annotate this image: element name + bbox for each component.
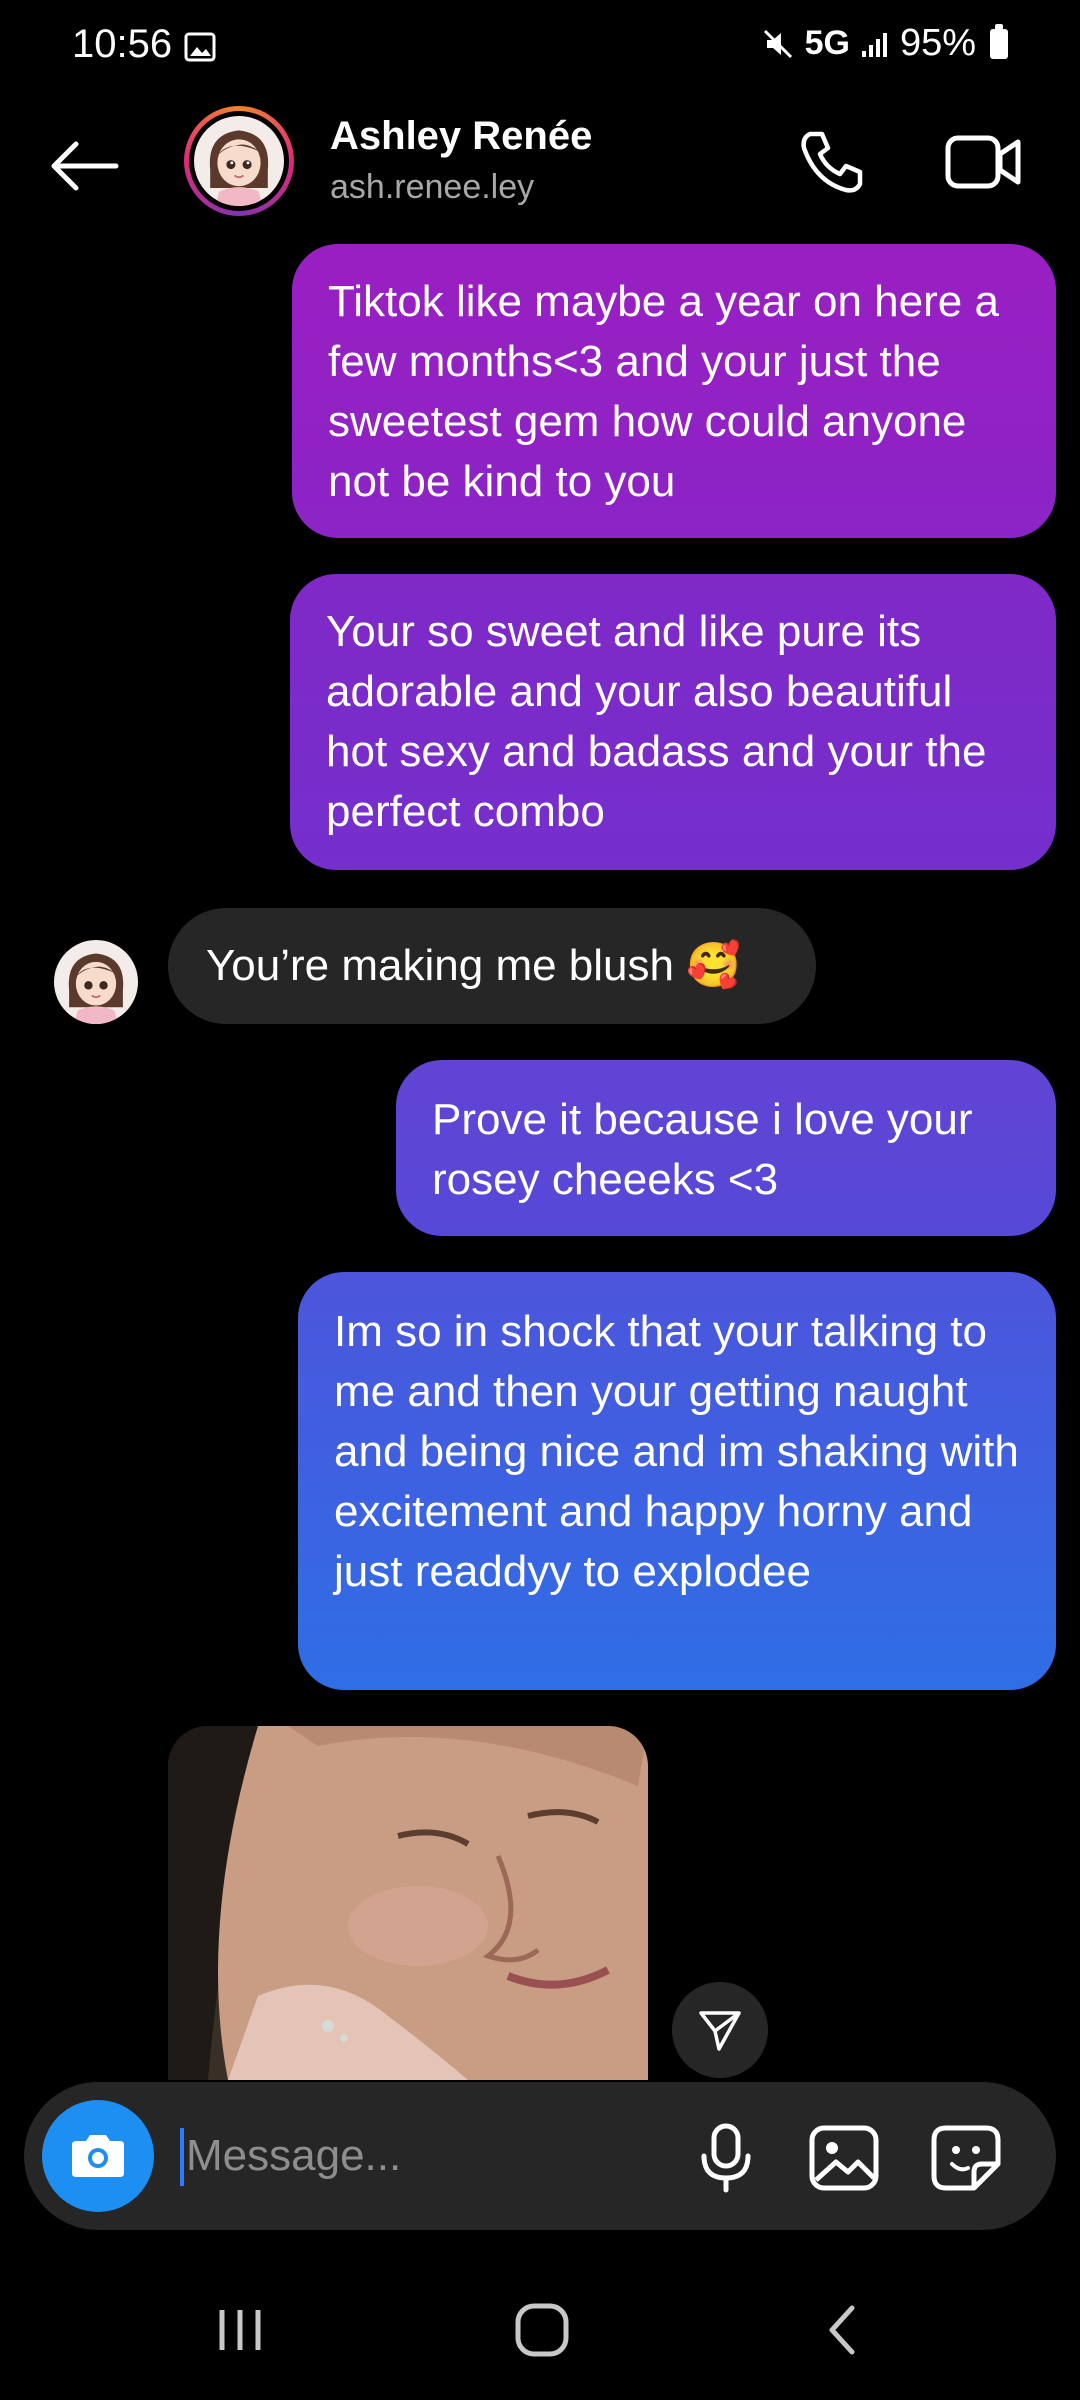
photo-message[interactable] (168, 1726, 648, 2080)
camera-button[interactable] (42, 2100, 154, 2212)
mute-icon (763, 29, 792, 58)
recent-apps-icon[interactable] (214, 2306, 266, 2354)
avatar-image (54, 940, 138, 1024)
contact-username[interactable]: ash.renee.ley (330, 168, 534, 207)
status-time: 10:56 (72, 22, 173, 66)
chat-header: Ashley Renée ash.renee.ley (0, 96, 1080, 236)
sent-message[interactable]: Prove it because i love your rosey cheee… (396, 1060, 1056, 1236)
status-indicators: 5G 95% (761, 22, 1008, 65)
sticker-icon[interactable] (930, 2124, 1002, 2192)
video-camera-icon[interactable] (944, 126, 1024, 198)
system-nav-bar (0, 2280, 1080, 2400)
back-icon[interactable] (818, 2300, 868, 2360)
sender-avatar[interactable] (54, 940, 138, 1024)
message-composer (24, 2082, 1056, 2230)
home-icon[interactable] (514, 2302, 570, 2358)
photo-image (168, 1726, 648, 2080)
avatar-image (194, 116, 284, 206)
status-bar: 10:56 5G 95% (0, 0, 1080, 96)
sent-message[interactable]: Your so sweet and like pure its adorable… (290, 574, 1056, 870)
message-input[interactable] (186, 2118, 666, 2194)
battery-percent: 95% (899, 22, 976, 64)
back-arrow-icon[interactable] (46, 136, 122, 196)
sent-message[interactable]: Im so in shock that your talking to me a… (298, 1272, 1056, 1690)
signal-icon (861, 32, 887, 57)
camera-icon (72, 2135, 124, 2177)
text-cursor (180, 2128, 184, 2186)
image-icon[interactable] (808, 2124, 880, 2192)
paper-plane-icon (699, 2011, 741, 2051)
gallery-icon (184, 32, 216, 62)
contact-name[interactable]: Ashley Renée (330, 114, 592, 159)
microphone-icon[interactable] (692, 2122, 760, 2194)
received-message[interactable]: You’re making me blush 🥰 (168, 908, 816, 1024)
sent-message[interactable]: Tiktok like maybe a year on here a few m… (292, 244, 1056, 538)
network-type: 5G (804, 24, 850, 62)
contact-avatar[interactable] (184, 106, 294, 216)
share-button[interactable] (672, 1982, 768, 2078)
phone-icon[interactable] (796, 126, 868, 198)
battery-icon (990, 23, 1008, 59)
